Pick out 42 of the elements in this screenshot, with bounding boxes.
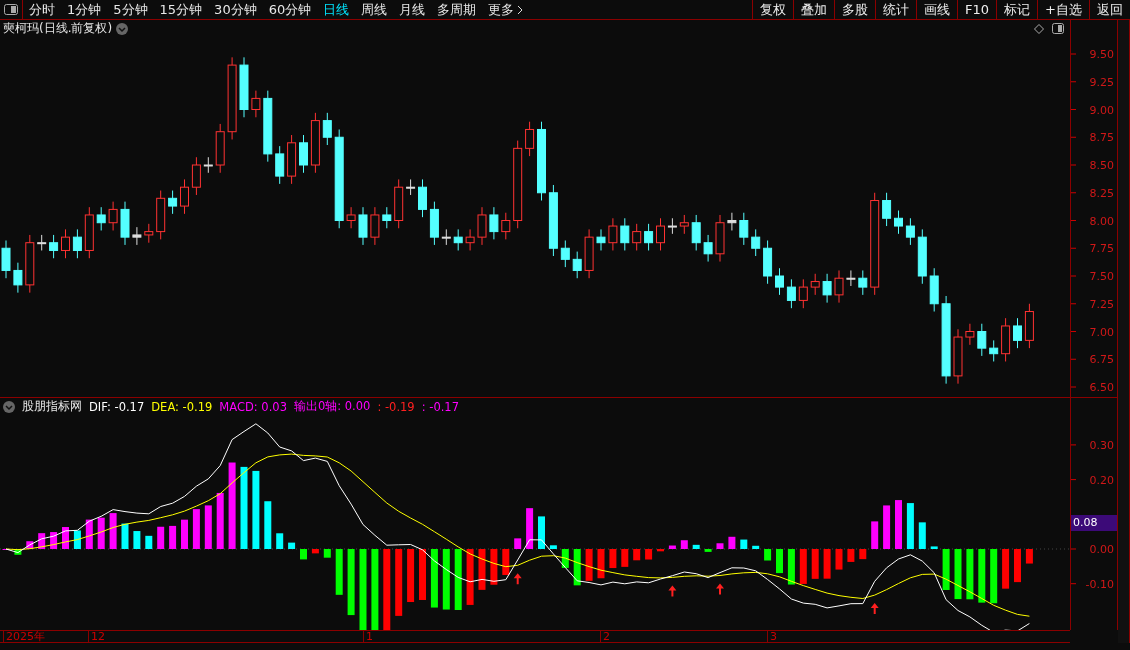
axis-label: 9.00 — [1089, 103, 1114, 117]
axis-label: 7.50 — [1089, 270, 1114, 283]
date-label: 3 — [767, 631, 777, 643]
axis-label: 9.50 — [1089, 48, 1114, 61]
date-label: 1 — [363, 631, 373, 643]
period-tab[interactable]: 15分钟 — [153, 0, 209, 19]
period-tab[interactable]: 5分钟 — [107, 0, 154, 19]
axis-label: 0.20 — [1089, 473, 1114, 487]
indicator-value: : -0.19 — [377, 399, 415, 414]
axis-label: 8.00 — [1089, 214, 1114, 228]
axis-label: 0.30 — [1089, 438, 1114, 452]
indicator-value: : -0.17 — [421, 399, 459, 414]
axis-label: 8.25 — [1089, 186, 1114, 200]
period-tab[interactable]: 多周期 — [431, 0, 483, 19]
axis-label: 0.00 — [1089, 543, 1114, 556]
period-tab[interactable]: 60分钟 — [262, 0, 318, 19]
axis-label: 8.50 — [1089, 159, 1114, 172]
axis-label: 6.75 — [1089, 353, 1114, 367]
cursor-value: 0.08 — [1071, 515, 1117, 531]
date-label: 2 — [600, 631, 610, 643]
period-tab[interactable]: 1分钟 — [61, 0, 108, 19]
period-tab[interactable]: 周线 — [355, 0, 394, 19]
indicator-value: DEA: -0.19 — [151, 399, 213, 414]
axis-label: 6.50 — [1089, 381, 1114, 394]
period-tab[interactable]: 月线 — [393, 0, 432, 19]
period-tab[interactable]: 更多 — [482, 0, 530, 19]
period-tab[interactable]: 30分钟 — [208, 0, 263, 19]
indicator-value: 输出0轴: 0.00 — [293, 399, 371, 414]
date-label: 12 — [88, 631, 105, 643]
chart-title: 奭柯玛(日线.前复权) — [3, 20, 113, 37]
axis-label: -0.10 — [1085, 577, 1114, 591]
date-label: 2025年 — [3, 631, 45, 643]
axis-label: 8.75 — [1089, 131, 1114, 145]
indicator-value: MACD: 0.03 — [219, 399, 287, 414]
axis-label: 9.25 — [1089, 75, 1114, 89]
period-tab[interactable]: 分时 — [23, 0, 61, 19]
period-tab[interactable]: 日线 — [317, 0, 356, 19]
axis-label: 7.25 — [1089, 297, 1114, 311]
axis-label: 7.75 — [1089, 242, 1114, 256]
axis-label: 7.00 — [1089, 325, 1114, 339]
indicator-name: 股朋指标网 — [22, 398, 82, 415]
indicator-value: DIF: -0.17 — [89, 399, 145, 414]
